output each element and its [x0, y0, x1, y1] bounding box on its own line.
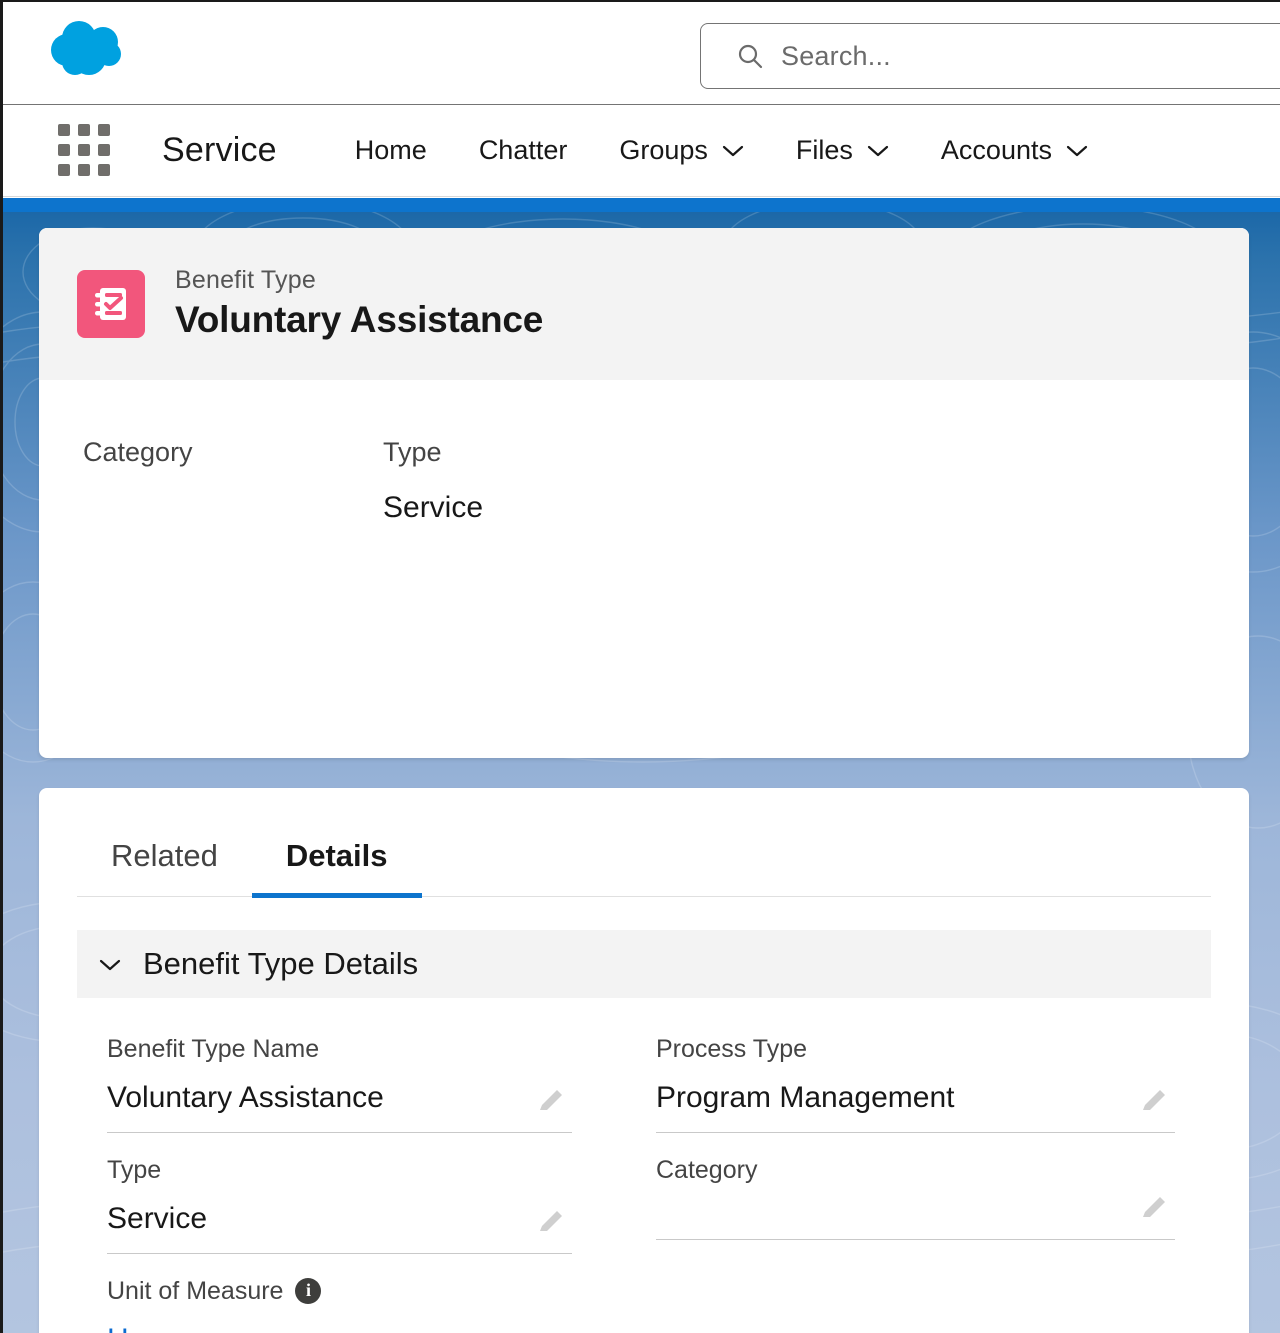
nav-item-accounts[interactable]: Accounts	[915, 105, 1114, 197]
field-label-text: Type	[107, 1156, 162, 1184]
field-label-text: Benefit Type Name	[107, 1035, 320, 1063]
nav-item-label: Home	[354, 135, 427, 165]
highlight-field-type: Type Service	[383, 436, 683, 526]
field-label: Category	[656, 1155, 1175, 1185]
chevron-down-icon[interactable]	[1066, 144, 1088, 157]
nav-item-label: Accounts	[940, 135, 1052, 165]
record-details-card: Related Details Benefit Type Details Ben…	[39, 788, 1249, 1333]
global-header: Search...	[3, 2, 1280, 105]
field-label: Process Type	[656, 1034, 1175, 1064]
nav-item-label: Chatter	[478, 135, 568, 165]
tab-details[interactable]: Details	[251, 816, 422, 898]
nav-item-files[interactable]: Files	[770, 105, 915, 197]
chevron-down-icon[interactable]	[867, 144, 889, 157]
nav-item-label: Files	[795, 135, 853, 165]
field-label: Benefit Type Name	[107, 1034, 572, 1064]
tab-label: Details	[285, 838, 388, 873]
field-type: Type Service	[107, 1133, 572, 1254]
tab-related[interactable]: Related	[77, 816, 252, 896]
grid-dot	[58, 143, 70, 156]
details-right-column: Process Type Program Management Category	[644, 1012, 1211, 1333]
record-title-block: Benefit Type Voluntary Assistance	[175, 265, 543, 343]
field-label: Unit of Measure i	[107, 1276, 572, 1306]
field-label-text: Category	[656, 1156, 758, 1184]
field-unit-of-measure: Unit of Measure i Hours	[107, 1254, 572, 1333]
object-type-label: Benefit Type	[175, 266, 316, 295]
highlight-field-category: Category	[83, 436, 383, 526]
edit-pencil-icon[interactable]	[536, 1207, 566, 1237]
search-placeholder: Search...	[781, 40, 891, 71]
highlight-fields: Category Type Service	[39, 380, 1249, 527]
field-label: Type	[107, 1155, 572, 1185]
grid-dot	[78, 163, 90, 176]
chevron-down-icon[interactable]	[722, 144, 744, 157]
field-value-link[interactable]: Hours	[107, 1322, 187, 1333]
nav-item-home[interactable]: Home	[329, 105, 453, 197]
tab-label: Related	[111, 838, 218, 873]
field-process-type: Process Type Program Management	[656, 1012, 1175, 1133]
section-title: Benefit Type Details	[143, 946, 419, 981]
nav-item-groups[interactable]: Groups	[593, 105, 770, 197]
app-name[interactable]: Service	[162, 131, 277, 170]
salesforce-record-page: Search... Service Home Chatter Groups Fi…	[0, 0, 1280, 1333]
grid-dot	[98, 123, 110, 136]
info-icon[interactable]: i	[295, 1278, 322, 1304]
edit-pencil-icon[interactable]	[1139, 1193, 1169, 1223]
grid-dot	[78, 123, 90, 136]
field-label: Category	[83, 437, 193, 467]
grid-dot	[58, 123, 70, 136]
edit-pencil-icon[interactable]	[1139, 1086, 1169, 1116]
grid-dot	[78, 143, 90, 156]
edit-pencil-icon[interactable]	[536, 1086, 566, 1116]
grid-dot	[98, 143, 110, 156]
nav-item-list: Home Chatter Groups Files Accounts	[329, 105, 1114, 197]
record-content: Benefit Type Voluntary Assistance Catego…	[3, 198, 1280, 1333]
search-icon	[737, 43, 763, 69]
nav-item-chatter[interactable]: Chatter	[453, 105, 594, 197]
field-value: Service	[383, 491, 484, 525]
field-value: Voluntary Assistance	[107, 1081, 384, 1114]
record-highlights-panel: Benefit Type Voluntary Assistance Catego…	[39, 228, 1249, 758]
grid-dot	[58, 163, 70, 176]
benefit-type-checklist-icon	[77, 270, 145, 338]
nav-item-label: Groups	[619, 135, 708, 165]
field-value: Service	[107, 1202, 208, 1235]
field-label-text: Unit of Measure	[107, 1277, 284, 1305]
section-header-benefit-type-details[interactable]: Benefit Type Details	[77, 930, 1211, 998]
field-category: Category	[656, 1133, 1175, 1240]
field-label: Type	[383, 437, 442, 467]
field-value	[656, 1201, 1175, 1239]
details-field-grid: Benefit Type Name Voluntary Assistance T…	[39, 1012, 1249, 1333]
field-label-text: Process Type	[656, 1035, 808, 1063]
details-left-column: Benefit Type Name Voluntary Assistance T…	[77, 1012, 644, 1333]
app-navigation-bar: Service Home Chatter Groups Files Accoun…	[3, 105, 1280, 197]
chevron-down-icon[interactable]	[99, 958, 121, 971]
field-benefit-type-name: Benefit Type Name Voluntary Assistance	[107, 1012, 572, 1133]
search-input[interactable]: Search...	[700, 23, 1280, 89]
record-header: Benefit Type Voluntary Assistance	[39, 228, 1249, 380]
record-tabs: Related Details	[77, 816, 1211, 898]
field-value: Program Management	[656, 1081, 955, 1114]
app-launcher-grid-icon[interactable]	[58, 123, 112, 178]
field-value	[83, 490, 383, 526]
page-title: Voluntary Assistance	[175, 298, 544, 340]
salesforce-cloud-logo[interactable]	[41, 16, 141, 82]
grid-dot	[98, 163, 110, 176]
